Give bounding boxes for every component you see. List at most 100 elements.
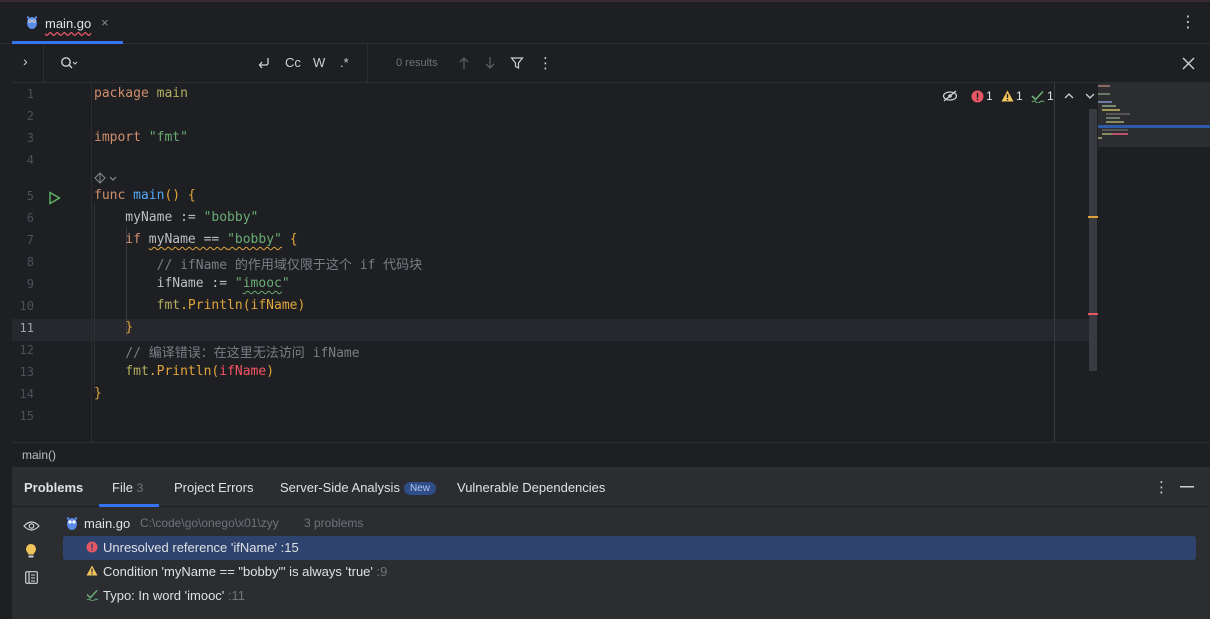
tab-file-label: File [112, 480, 133, 495]
code-text: myName := [94, 210, 204, 225]
tab-close-icon[interactable]: × [101, 15, 109, 30]
tab-file-count: 3 [136, 481, 144, 495]
unresolved-reference: ifName [219, 364, 267, 379]
problem-message: Unresolved reference 'ifName' [103, 540, 278, 555]
find-more-options-icon[interactable]: ⋮ [538, 54, 553, 72]
chevron-up-icon[interactable] [1064, 92, 1074, 100]
preview-panel-icon[interactable] [25, 571, 38, 584]
tab-filename: main.go [45, 16, 92, 31]
code-line-10: fmt.Println(ifName) [94, 298, 306, 313]
code-editor[interactable]: 1 2 3 4 5 6 7 8 9 10 11 12 13 14 15 pack… [12, 83, 1210, 442]
close-find-icon[interactable] [1182, 57, 1195, 70]
file-name: main.go [84, 516, 131, 531]
warning-icon [1001, 90, 1014, 102]
new-badge: New [403, 482, 436, 495]
find-separator [43, 44, 44, 83]
string-literal: "fmt" [140, 130, 188, 145]
ai-hint-icon[interactable] [94, 172, 120, 184]
call-text: .Println(ifName) [180, 298, 306, 313]
paren-brace: () { [164, 188, 196, 203]
call-text: .Println( [148, 364, 220, 379]
tab-main-go[interactable]: main.go × [12, 6, 123, 44]
right-margin-guide [1054, 83, 1055, 442]
package-ref: fmt [94, 298, 181, 313]
run-icon[interactable] [48, 191, 61, 205]
string-literal: "bobby" [227, 232, 282, 247]
filter-icon[interactable] [510, 56, 524, 70]
line-number: 15 [19, 409, 34, 423]
problem-text: Typo: In word 'imooc' :11 [103, 588, 245, 603]
bulb-icon[interactable] [25, 543, 37, 559]
line-number: 1 [26, 87, 34, 101]
line-number: 3 [26, 131, 34, 145]
code-line-13: fmt.Println(ifName) [94, 364, 274, 379]
warning-stripe-marker[interactable] [1088, 216, 1098, 218]
function-name: main [125, 188, 165, 203]
line-number: 4 [26, 153, 34, 167]
minimize-icon[interactable] [1180, 486, 1194, 488]
typo-check-icon [86, 589, 99, 601]
problems-tab-bar: Problems File 3 Project Errors Server-Si… [12, 467, 1210, 507]
line-number: 14 [19, 387, 34, 401]
find-bar: › Cc W .* 0 results ⋮ [12, 44, 1210, 83]
file-tree-node[interactable]: main.go C:\code\go\onego\x01\zyy 3 probl… [63, 512, 1196, 536]
warning-count: 1 [1016, 89, 1023, 103]
error-stripe-marker[interactable] [1088, 313, 1098, 315]
tab-server-side-label: Server-Side Analysis [280, 480, 400, 495]
string-quote: " [234, 276, 243, 291]
code-minimap[interactable] [1098, 83, 1210, 147]
search-history-icon[interactable] [60, 56, 78, 70]
whole-words-button[interactable]: W [313, 55, 325, 70]
line-number: 9 [26, 277, 34, 291]
eye-crossed-icon[interactable] [942, 89, 958, 103]
error-count: 1 [986, 89, 993, 103]
string-quote: " [281, 276, 290, 291]
expand-replace-icon[interactable]: › [23, 53, 28, 69]
tab-server-side-analysis[interactable]: Server-Side Analysis New [280, 480, 436, 496]
problem-text: Condition 'myName == "bobby"' is always … [103, 564, 387, 579]
tab-file[interactable]: File 3 [112, 480, 143, 495]
vertical-scrollbar[interactable] [1089, 109, 1097, 371]
go-file-icon [26, 16, 38, 29]
keyword: if [94, 232, 149, 247]
code-line-6: myName := "bobby" [94, 210, 258, 225]
problem-line: :11 [224, 588, 246, 603]
problem-item-typo[interactable]: Typo: In word 'imooc' :11 [63, 584, 1196, 608]
line-number: 8 [26, 255, 34, 269]
problem-item-warning[interactable]: Condition 'myName == "bobby"' is always … [63, 560, 1196, 584]
problem-count: 3 problems [304, 516, 364, 530]
problem-line: :15 [277, 540, 299, 555]
line-number: 12 [19, 343, 34, 357]
window-top-border [0, 0, 1210, 2]
string-literal: "bobby" [203, 210, 259, 225]
line-gutter: 1 2 3 4 5 6 7 8 9 10 11 12 13 14 15 [12, 83, 92, 442]
tab-project-errors[interactable]: Project Errors [174, 480, 253, 495]
arrow-down-icon[interactable] [484, 56, 496, 70]
typo-check-icon [1031, 90, 1045, 103]
breadcrumb-item[interactable]: main() [22, 448, 56, 462]
keyword: func [94, 188, 126, 203]
typo-word: imooc [242, 276, 282, 291]
keyword: package [94, 86, 149, 101]
code-text: ifName := [94, 276, 235, 291]
current-line-highlight [12, 319, 1090, 341]
package-name: main [148, 86, 188, 101]
problems-panel: Problems File 3 Project Errors Server-Si… [12, 467, 1210, 619]
warning-icon [86, 565, 98, 576]
code-line-9: ifName := "imooc" [94, 276, 290, 291]
problem-item-error[interactable]: Unresolved reference 'ifName' :15 [63, 536, 1196, 560]
arrow-up-icon[interactable] [458, 56, 470, 70]
go-file-icon [66, 517, 78, 530]
line-number: 10 [19, 299, 34, 313]
new-line-icon[interactable] [257, 56, 271, 70]
regex-button[interactable]: .* [340, 55, 349, 70]
more-options-icon[interactable]: ⋮ [1180, 12, 1196, 32]
problem-message: Typo: In word 'imooc' [103, 588, 225, 603]
match-case-button[interactable]: Cc [285, 55, 301, 70]
tab-vulnerable-dependencies[interactable]: Vulnerable Dependencies [457, 480, 605, 495]
eye-icon[interactable] [23, 520, 40, 532]
chevron-down-icon[interactable] [1085, 92, 1095, 100]
warning-condition: myName == [148, 232, 228, 247]
panel-options-icon[interactable]: ⋮ [1154, 478, 1169, 496]
problem-line: :9 [372, 564, 388, 579]
